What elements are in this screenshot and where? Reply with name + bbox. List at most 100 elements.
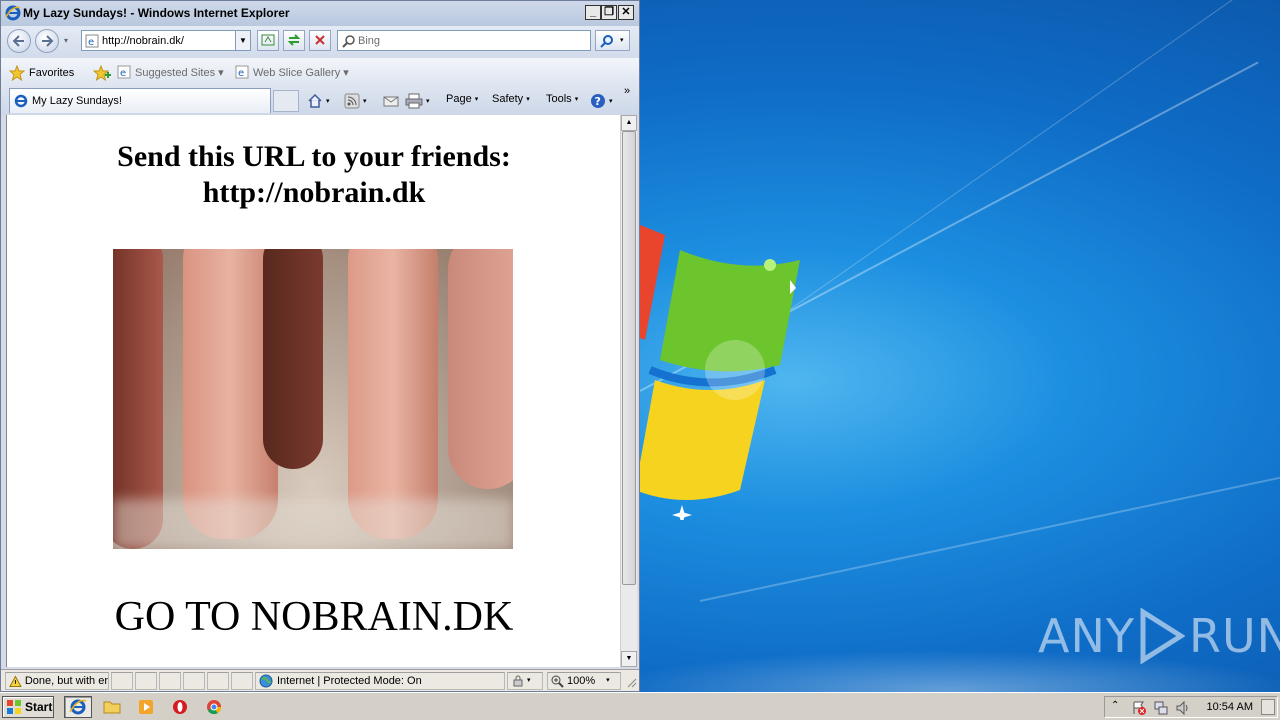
refresh-icon [287,34,301,46]
new-tab-button[interactable] [273,90,299,112]
chrome-icon [207,700,222,715]
tools-menu[interactable]: Tools ▾ [546,93,578,105]
system-tray: ⌃ 10:54 AM [1104,696,1278,718]
svg-text:e: e [120,68,126,79]
address-input[interactable]: http://nobrain.dk/ [102,35,184,47]
show-desktop-button[interactable] [1261,699,1275,715]
forward-button[interactable] [35,29,59,53]
show-hidden-icons-icon[interactable]: ⌃ [1111,700,1119,711]
safety-menu[interactable]: Safety ▾ [492,93,530,105]
page-content: Send this URL to your friends: http://no… [6,115,620,667]
ie-icon [5,5,21,21]
search-button[interactable]: ▾ [595,30,630,51]
help-button[interactable]: ? ▾ [590,93,613,109]
volume-icon[interactable] [1175,700,1191,716]
tab-my-lazy-sundays[interactable]: My Lazy Sundays! [9,88,271,113]
page-icon: e [85,34,99,48]
title-bar[interactable]: My Lazy Sundays! - Windows Internet Expl… [1,1,639,26]
minimize-button[interactable]: _ [585,5,601,20]
printer-icon [405,93,423,109]
play-triangle-icon [1140,608,1185,664]
safety-chevron-icon: ▾ [526,96,530,103]
media-player-icon [139,700,153,714]
add-to-favorites-bar-button[interactable] [93,65,111,81]
address-bar[interactable]: e http://nobrain.dk/ ▼ [81,30,251,51]
taskbar-internet-explorer[interactable] [64,696,92,718]
search-input[interactable]: Bing [358,35,380,47]
protected-mode-chevron-icon: ▾ [527,677,531,684]
goto-link-text[interactable]: GO TO NOBRAIN.DK [7,593,620,641]
page-chevron-icon: ▾ [474,96,479,103]
anyrun-watermark: ANY RUN [1038,608,1280,664]
compatibility-view-button[interactable] [257,30,279,51]
print-chevron-icon[interactable]: ▾ [426,97,430,105]
search-options-chevron-icon[interactable]: ▾ [620,36,624,44]
globe-icon [259,674,273,688]
resize-grip-icon[interactable] [625,676,637,688]
toolbar-overflow-button[interactable]: » [624,85,630,97]
network-icon[interactable] [1153,700,1169,716]
home-button[interactable]: ▾ [307,93,330,109]
recent-pages-chevron-icon[interactable]: ▾ [64,36,68,45]
windows-logo [620,225,800,520]
favorites-bar: Favorites e Suggested Sites ▾ e Web Slic… [1,58,639,85]
help-chevron-icon[interactable]: ▾ [609,97,613,105]
clock[interactable]: 10:54 AM [1207,701,1253,713]
home-chevron-icon[interactable]: ▾ [326,97,330,105]
search-box[interactable]: Bing [337,30,591,51]
zoom-icon [551,675,564,688]
vertical-scrollbar[interactable]: ▲ ▼ [620,115,637,667]
page-menu[interactable]: Page ▾ [446,93,478,105]
rss-icon [344,93,360,109]
safety-menu-label: Safety [492,93,524,105]
zone-text: Internet | Protected Mode: On [277,675,422,687]
video-still-image[interactable] [113,249,513,549]
svg-text:e: e [88,37,94,48]
status-text: Done, but with er [24,675,108,687]
taskbar-explorer[interactable] [98,696,126,718]
suggested-sites-link[interactable]: e Suggested Sites ▾ [117,65,224,79]
status-pane-4 [183,672,205,690]
restore-button[interactable]: ❐ [601,5,617,20]
zoom-control[interactable]: 100% ▾ [547,672,621,690]
navigation-bar: ▾ e http://nobrain.dk/ ▼ Bing ▾ [1,26,639,56]
taskbar-opera[interactable] [166,696,194,718]
security-zone[interactable]: Internet | Protected Mode: On [255,672,505,690]
mail-icon [383,96,399,107]
magnifier-icon [600,35,613,48]
start-button[interactable]: Start [2,696,54,718]
taskbar-media-player[interactable] [132,696,160,718]
refresh-button[interactable] [283,30,305,51]
web-slice-gallery-label: Web Slice Gallery ▾ [253,66,349,79]
help-icon: ? [591,94,605,108]
protected-mode-settings[interactable]: ▾ [507,672,543,690]
address-dropdown-button[interactable]: ▼ [235,31,250,50]
feeds-button[interactable]: ▾ [344,93,367,109]
suggested-sites-label: Suggested Sites ▾ [135,66,224,79]
taskbar-chrome[interactable] [200,696,228,718]
search-icon [342,35,355,48]
scroll-up-button[interactable]: ▲ [621,115,637,131]
status-pane-1 [111,672,133,690]
tab-row: My Lazy Sundays! ▾ ▾ ▾ Page ▾ Safety ▾ Too… [1,85,639,115]
status-pane-3 [159,672,181,690]
favorites-button[interactable]: Favorites [9,65,74,81]
zoom-level: 100% [567,675,596,687]
print-button[interactable]: ▾ [405,93,430,109]
stop-button[interactable] [309,30,331,51]
heading-line-1: Send this URL to your friends: [117,140,511,173]
status-message[interactable]: Done, but with er [5,672,109,690]
scroll-down-button[interactable]: ▼ [621,651,637,667]
web-slice-gallery-link[interactable]: e Web Slice Gallery ▾ [235,65,349,79]
feeds-chevron-icon[interactable]: ▾ [363,97,367,105]
svg-text:e: e [238,68,244,79]
forward-arrow-icon [42,35,54,47]
scroll-thumb[interactable] [622,131,636,585]
action-center-flag-icon[interactable] [1131,700,1147,716]
add-favorite-icon [93,65,111,81]
back-button[interactable] [7,29,31,53]
stop-icon [315,35,325,45]
read-mail-button[interactable] [383,93,399,109]
close-button[interactable]: ✕ [618,5,634,20]
tools-chevron-icon: ▾ [574,96,579,103]
